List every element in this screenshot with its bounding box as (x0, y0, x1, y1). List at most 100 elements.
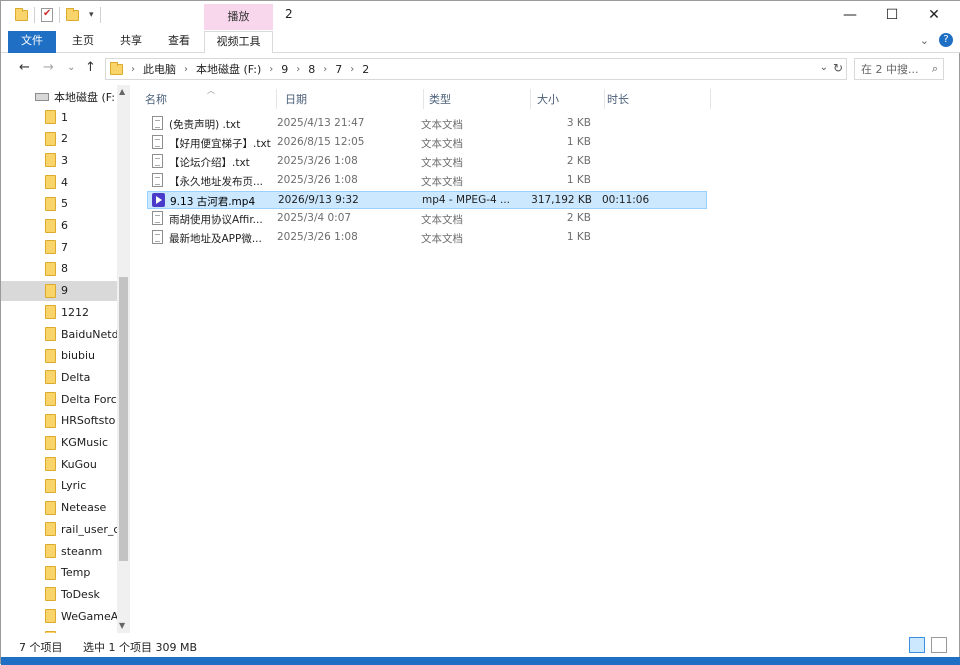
folder-icon (45, 457, 56, 472)
search-box[interactable]: 在 2 中搜... ⌕ (854, 58, 944, 80)
nav-folder-item[interactable]: Temp (45, 563, 119, 583)
nav-folder-item[interactable]: KuGou (45, 454, 119, 474)
column-header-name[interactable]: 名称 ︿ (139, 86, 277, 109)
nav-folder-item[interactable]: steanm (45, 541, 119, 561)
nav-folder-item[interactable]: 8 (45, 259, 119, 279)
nav-folder-label: Lyric (61, 479, 87, 493)
details-view-icon[interactable] (909, 637, 925, 653)
context-tab-play[interactable]: 播放 (204, 4, 273, 30)
chevron-right-icon: › (296, 63, 301, 75)
collapse-ribbon-icon[interactable]: ⌄ (920, 34, 929, 47)
breadcrumb-9[interactable]: 9 (281, 63, 288, 76)
forward-button[interactable]: → (43, 60, 54, 75)
nav-folder-item[interactable]: Lyric (45, 476, 119, 496)
folder-icon (45, 435, 56, 450)
folder-icon (45, 587, 56, 602)
address-bar[interactable]: › 此电脑 › 本地磁盘 (F:) › 9 › 8 › 7 › 2 ⌄ ↻ (105, 58, 847, 80)
nav-folder-item[interactable]: Delta (45, 367, 119, 387)
nav-folder-label: Delta (61, 370, 91, 384)
nav-folder-label: Netease (61, 501, 107, 515)
minimize-button[interactable]: — (827, 1, 873, 31)
nav-folder-item[interactable]: 7 (45, 237, 119, 257)
file-row[interactable]: 9.13 古河君.mp4 2026/9/13 9:32 mp4 - MPEG-4 .… (147, 191, 707, 209)
nav-folder-label: 8 (61, 262, 68, 276)
breadcrumb-this-pc[interactable]: 此电脑 (143, 61, 176, 77)
properties-icon[interactable] (41, 8, 53, 22)
file-row[interactable]: 【永久地址发布页... 2025/3/26 1:08 文本文档 1 KB (147, 172, 707, 190)
folder-icon (45, 261, 56, 276)
tab-file[interactable]: 文件 (8, 31, 56, 53)
up-button[interactable]: ↑ (85, 60, 96, 75)
folder-icon[interactable] (15, 7, 28, 21)
nav-folder-item[interactable]: ToDesk (45, 584, 119, 604)
help-icon[interactable]: ? (939, 33, 953, 47)
file-name: 9.13 古河君.mp4 (170, 196, 256, 208)
file-size: 1 KB (566, 174, 591, 186)
nav-folder-item[interactable]: biubiu (45, 346, 119, 366)
nav-folder-item[interactable]: Netease (45, 498, 119, 518)
column-header-duration[interactable]: 时长 (601, 89, 711, 109)
nav-folder-item[interactable]: 1 (45, 107, 119, 127)
nav-folder-label: BaiduNetd (61, 327, 119, 341)
file-row[interactable]: (免责声明) .txt 2025/4/13 21:47 文本文档 3 KB (147, 115, 707, 133)
nav-scrollbar[interactable]: ▲ ▼ (117, 85, 130, 633)
file-row[interactable]: 【好用便宜梯子】.txt 2026/8/15 12:05 文本文档 1 KB (147, 134, 707, 152)
file-name: 【论坛介绍】.txt (169, 157, 250, 169)
nav-folder-item[interactable]: HRSoftsto (45, 411, 119, 431)
maximize-button[interactable]: ☐ (869, 1, 915, 31)
column-header-size[interactable]: 大小 (531, 89, 605, 109)
breadcrumb-2[interactable]: 2 (362, 63, 369, 76)
nav-folder-label: 9 (61, 284, 68, 298)
scroll-down-icon[interactable]: ▼ (119, 621, 125, 630)
nav-folder-label: biubiu (61, 349, 96, 363)
customize-quick-access-icon[interactable]: ▾ (89, 10, 94, 20)
nav-folder-item[interactable]: Delta Forc (45, 389, 119, 409)
breadcrumb-drive[interactable]: 本地磁盘 (F:) (196, 61, 261, 77)
address-dropdown-icon[interactable]: ⌄ (820, 62, 828, 73)
back-button[interactable]: ← (19, 60, 30, 75)
nav-folder-item[interactable]: rail_user_c (45, 519, 119, 539)
file-date: 2025/3/26 1:08 (277, 155, 358, 167)
tab-share[interactable]: 共享 (111, 31, 151, 53)
nav-folder-item[interactable]: 6 (45, 216, 119, 236)
nav-folder-item[interactable]: 3 (45, 150, 119, 170)
file-size: 3 KB (566, 117, 591, 129)
close-button[interactable]: ✕ (911, 1, 957, 31)
folder-icon (45, 609, 56, 624)
column-header-date[interactable]: 日期 (279, 89, 424, 109)
nav-folder-item[interactable]: 9 (1, 280, 117, 301)
text-file-icon (152, 116, 163, 130)
large-icons-view-icon[interactable] (931, 637, 947, 653)
file-row[interactable]: 雨胡使用协议Affir... 2025/3/4 0:07 文本文档 2 KB (147, 210, 707, 228)
column-header-type[interactable]: 类型 (423, 89, 531, 109)
nav-folder-item[interactable]: 4 (45, 172, 119, 192)
file-type: 文本文档 (421, 157, 463, 169)
new-folder-icon[interactable] (66, 7, 79, 21)
file-row[interactable]: 最新地址及APP微... 2025/3/26 1:08 文本文档 1 KB (147, 229, 707, 247)
title-bar: ▾ 播放 2 — ☐ ✕ (1, 1, 960, 31)
breadcrumb-8[interactable]: 8 (308, 63, 315, 76)
nav-drive-item[interactable]: 本地磁盘 (F: (35, 89, 115, 105)
recent-locations-button[interactable]: ⌄ (67, 62, 75, 73)
file-name: (免责声明) .txt (169, 119, 241, 131)
nav-folder-item[interactable]: BaiduNetd (45, 324, 119, 344)
folder-icon (45, 413, 56, 428)
file-name: 雨胡使用协议Affir... (169, 214, 263, 226)
nav-folder-item[interactable]: 1212 (45, 302, 119, 322)
tab-video-tools[interactable]: 视频工具 (204, 31, 273, 53)
tab-home[interactable]: 主页 (63, 31, 103, 53)
nav-folder-item[interactable]: 2 (45, 129, 119, 149)
folder-icon (45, 240, 56, 255)
search-icon[interactable]: ⌕ (932, 62, 938, 76)
refresh-icon[interactable]: ↻ (833, 61, 843, 75)
nav-folder-label: steanm (61, 544, 103, 558)
folder-icon (45, 110, 56, 124)
nav-folder-item[interactable]: WeGameA (45, 606, 119, 626)
scroll-up-icon[interactable]: ▲ (119, 87, 125, 96)
file-row[interactable]: 【论坛介绍】.txt 2025/3/26 1:08 文本文档 2 KB (147, 153, 707, 171)
tab-view[interactable]: 查看 (159, 31, 199, 53)
scrollbar-thumb[interactable] (119, 277, 128, 561)
breadcrumb-7[interactable]: 7 (335, 63, 342, 76)
nav-folder-item[interactable]: KGMusic (45, 433, 119, 453)
nav-folder-item[interactable]: 5 (45, 194, 119, 214)
